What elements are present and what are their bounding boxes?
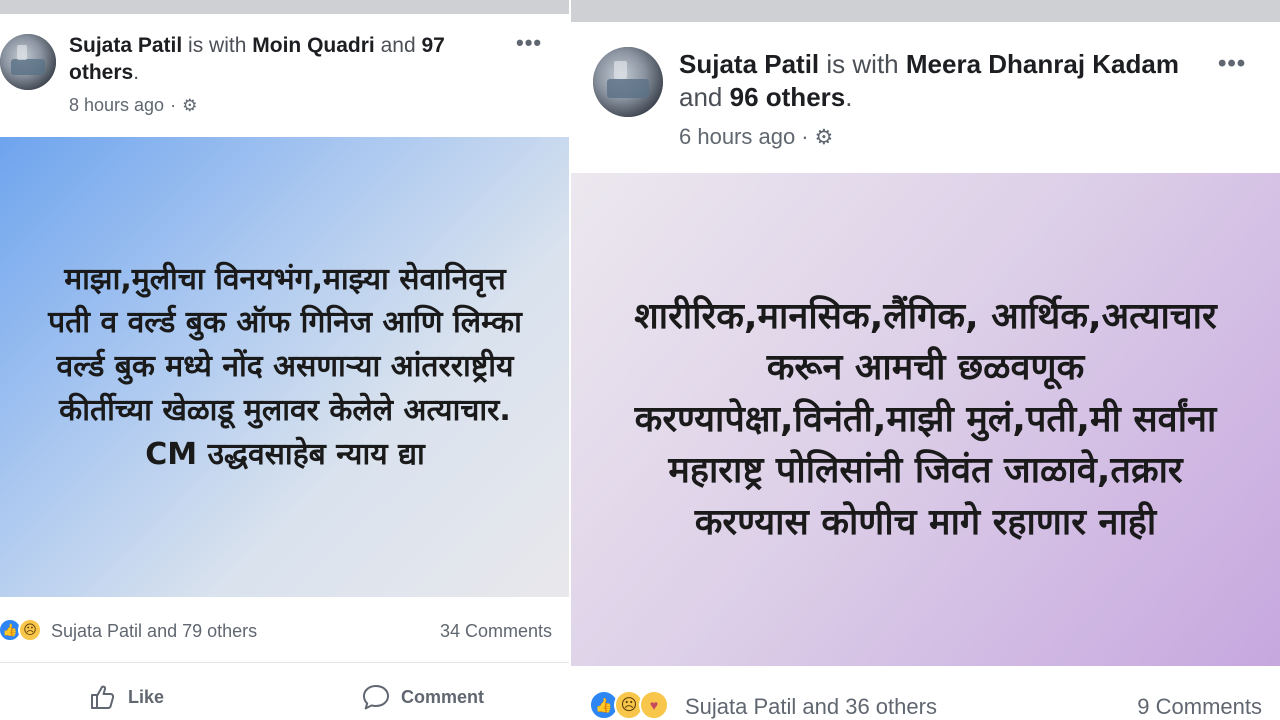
comment-button[interactable]: Comment (361, 682, 484, 712)
post-text-banner: शारीरिक,मानसिक,लैंगिक, आर्थिक,अत्याचार क… (571, 173, 1280, 666)
post-card-left: Sujata Patil is with Moin Quadri and 97 … (0, 0, 570, 720)
comments-count[interactable]: 34 Comments (440, 621, 552, 642)
tagged-others[interactable]: 96 others (730, 82, 846, 112)
tagged-person[interactable]: Meera Dhanraj Kadam (906, 49, 1179, 79)
like-icon (91, 685, 115, 709)
and-text: and (380, 34, 416, 57)
sad-face-icon: ☹ (18, 618, 42, 642)
banner-text: माझा,मुलीचा विनयभंग,माझ्या सेवानिवृत्त प… (48, 261, 522, 472)
reactions-row: 👍 ☹ Sujata Patil and 79 others 34 Commen… (0, 618, 570, 646)
comments-count[interactable]: 9 Comments (1137, 694, 1262, 720)
avatar[interactable] (593, 47, 663, 117)
gear-icon[interactable]: ⚙ (182, 96, 197, 116)
post-timestamp-row: 8 hours ago · ⚙ (69, 95, 198, 116)
screenshot-collage: Sujata Patil is with Moin Quadri and 97 … (0, 0, 1280, 720)
comment-label: Comment (401, 686, 485, 707)
author-name[interactable]: Sujata Patil (679, 49, 819, 79)
feed-separator (0, 0, 570, 14)
period: . (845, 82, 853, 113)
author-name[interactable]: Sujata Patil (69, 34, 182, 57)
reactions-count[interactable]: Sujata Patil and 79 others (51, 621, 257, 642)
avatar[interactable] (0, 34, 56, 90)
like-button[interactable]: Like (88, 682, 164, 712)
reactions-row: 👍 ☹ ♥ Sujata Patil and 36 others 9 Comme… (571, 690, 1280, 720)
tagged-person[interactable]: Moin Quadri (252, 34, 375, 57)
post-header: Sujata Patil is with Moin Quadri and 97 … (69, 33, 509, 87)
period: . (133, 60, 140, 84)
banner-text: शारीरिक,मानसिक,लैंगिक, आर्थिक,अत्याचार क… (634, 295, 1217, 543)
post-timestamp-row: 6 hours ago · ⚙ (679, 124, 834, 150)
with-text: is with (826, 49, 899, 79)
comment-icon (363, 685, 389, 710)
like-label: Like (128, 686, 165, 707)
more-dots-icon[interactable]: ••• (516, 30, 542, 56)
more-dots-icon[interactable]: ••• (1218, 50, 1246, 78)
reaction-icons[interactable]: 👍 ☹ ♥ (589, 690, 669, 720)
post-header: Sujata Patil is with Meera Dhanraj Kadam… (679, 48, 1189, 115)
and-text: and (679, 82, 723, 113)
post-time[interactable]: 6 hours ago (679, 124, 795, 150)
divider (0, 662, 570, 663)
post-card-right: Sujata Patil is with Meera Dhanraj Kadam… (571, 0, 1280, 720)
post-time[interactable]: 8 hours ago (69, 95, 164, 116)
gear-icon[interactable]: ⚙ (815, 125, 834, 150)
reaction-icons[interactable]: 👍 ☹ (0, 618, 42, 642)
care-face-icon: ♥ (639, 690, 669, 720)
reactions-count[interactable]: Sujata Patil and 36 others (685, 694, 937, 720)
with-text: is with (188, 34, 247, 57)
post-text-banner: माझा,मुलीचा विनयभंग,माझ्या सेवानिवृत्त प… (0, 137, 570, 597)
feed-separator (571, 0, 1280, 22)
